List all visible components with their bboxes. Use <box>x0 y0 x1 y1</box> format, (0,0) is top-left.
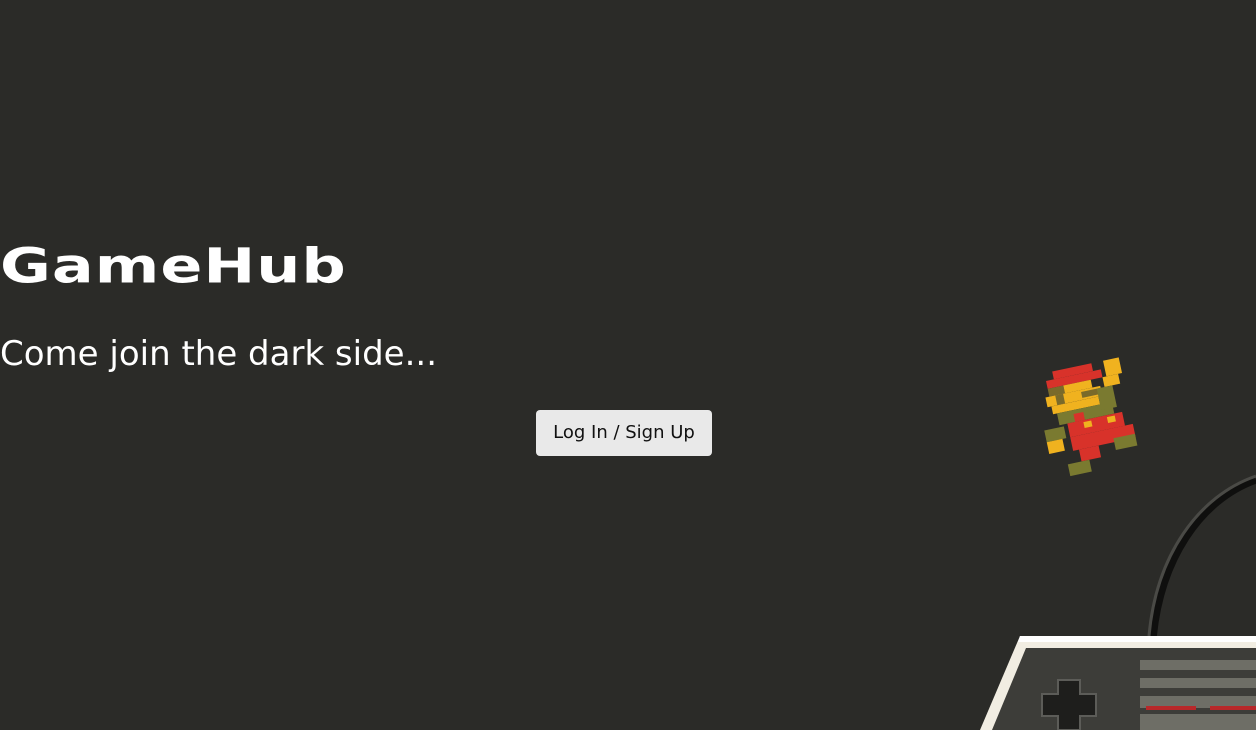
controller-icon <box>980 636 1256 730</box>
landing-page: GameHub Come join the dark side... Log I… <box>0 0 1256 730</box>
tagline: Come join the dark side... <box>0 334 438 374</box>
site-logo: GameHub <box>0 237 347 295</box>
controller-cord <box>1147 474 1256 637</box>
login-signup-button[interactable]: Log In / Sign Up <box>536 410 712 456</box>
